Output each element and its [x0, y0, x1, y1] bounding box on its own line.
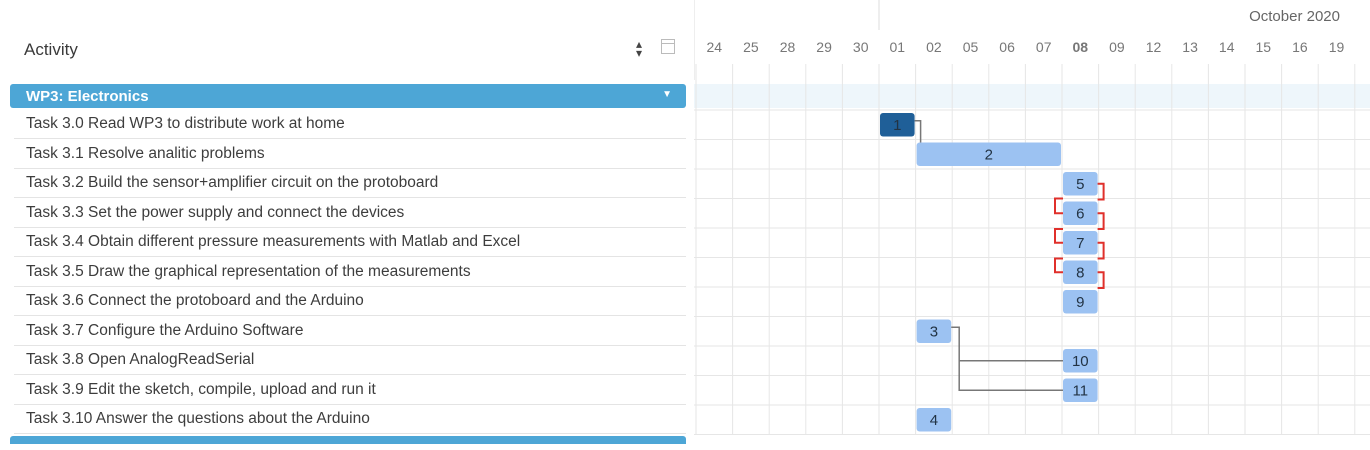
day-label: 24 [707, 39, 723, 55]
group-band [694, 84, 1370, 108]
task-label: Task 3.1 Resolve analitic problems [26, 144, 265, 162]
task-bar-number: 5 [1076, 176, 1084, 193]
task-label: Task 3.6 Connect the protoboard and the … [26, 292, 364, 309]
task-bar-number: 9 [1076, 294, 1084, 311]
gantt-chart: 24 25 28 29 30 01 02 05 06 07 08 09 12 13 14 15 16 191256… [694, 0, 1370, 435]
task-row[interactable]: Task 3.3 Set the power supply and connec… [14, 199, 686, 228]
day-label: 30 [853, 39, 869, 55]
task-row[interactable]: Task 3.8 Open AnalogReadSerial [14, 346, 686, 375]
day-label: 25 [743, 39, 759, 55]
task-bar-number: 11 [1073, 382, 1089, 399]
task-bar-number: 10 [1072, 353, 1089, 370]
day-label: 28 [780, 39, 796, 55]
group-label: WP3: Electronics [26, 88, 149, 105]
day-label: 15 [1256, 39, 1272, 55]
day-label: 29 [816, 39, 832, 55]
task-bar-number: 6 [1076, 205, 1084, 222]
sort-icon[interactable]: ▴ ▾ [636, 38, 642, 59]
day-label: 01 [890, 39, 906, 55]
day-label: 02 [926, 39, 942, 55]
dependency-link [951, 326, 1063, 391]
day-label: 16 [1292, 39, 1308, 55]
gantt-timeline: October 2020 24 25 28 29 30 01 02 05 06 07 08 09 12 1… [694, 0, 1370, 450]
task-bar-number: 1 [893, 117, 901, 134]
day-label: 13 [1182, 39, 1198, 55]
task-label: Task 3.2 Build the sensor+amplifier circ… [26, 174, 439, 191]
task-bar-number: 4 [930, 412, 938, 429]
activity-panel: Activity ▴ ▾ WP3: Electronics ▼ Task 3.0 … [0, 0, 700, 450]
day-label: 08 [1073, 39, 1089, 55]
day-label: 07 [1036, 39, 1052, 55]
task-row[interactable]: Task 3.1 Resolve analitic problems [14, 140, 686, 169]
task-row[interactable]: Task 3.9 Edit the sketch, compile, uploa… [14, 376, 686, 405]
task-row[interactable]: Task 3.2 Build the sensor+amplifier circ… [14, 169, 686, 198]
task-row[interactable]: Task 3.6 Connect the protoboard and the … [14, 287, 686, 316]
task-label: Task 3.0 Read WP3 to distribute work at … [26, 115, 345, 132]
group-row-wp3[interactable]: WP3: Electronics ▼ [10, 84, 686, 108]
task-label: Task 3.8 Open AnalogReadSerial [26, 351, 255, 368]
task-label: Task 3.10 Answer the questions about the… [26, 410, 370, 427]
task-row[interactable]: Task 3.10 Answer the questions about the… [14, 405, 686, 434]
day-label: 12 [1146, 39, 1162, 55]
task-label: Task 3.4 Obtain different pressure measu… [26, 233, 521, 250]
activity-column-header: Activity [24, 40, 78, 59]
day-label: 06 [999, 39, 1015, 55]
task-label: Task 3.9 Edit the sketch, compile, uploa… [26, 380, 376, 398]
task-label: Task 3.7 Configure the Arduino Software [26, 321, 304, 339]
day-label: 14 [1219, 39, 1235, 55]
task-row[interactable]: Task 3.0 Read WP3 to distribute work at … [14, 110, 686, 139]
day-label: 09 [1109, 39, 1125, 55]
task-row[interactable]: Task 3.7 Configure the Arduino Software [14, 317, 686, 346]
task-bar-number: 3 [930, 323, 938, 340]
group-footer-bar [10, 436, 686, 444]
day-label: 05 [963, 39, 979, 55]
task-row[interactable]: Task 3.5 Draw the graphical representati… [14, 258, 686, 287]
task-bar-number: 7 [1076, 235, 1084, 252]
day-label: 19 [1329, 39, 1345, 55]
task-bar-number: 2 [985, 146, 993, 163]
chevron-down-icon[interactable]: ▼ [662, 89, 672, 100]
task-bar-number: 8 [1076, 264, 1084, 281]
task-label: Task 3.3 Set the power supply and connec… [26, 203, 405, 221]
task-label: Task 3.5 Draw the graphical representati… [26, 262, 471, 280]
calendar-icon[interactable] [661, 39, 675, 54]
task-row[interactable]: Task 3.4 Obtain different pressure measu… [14, 228, 686, 257]
